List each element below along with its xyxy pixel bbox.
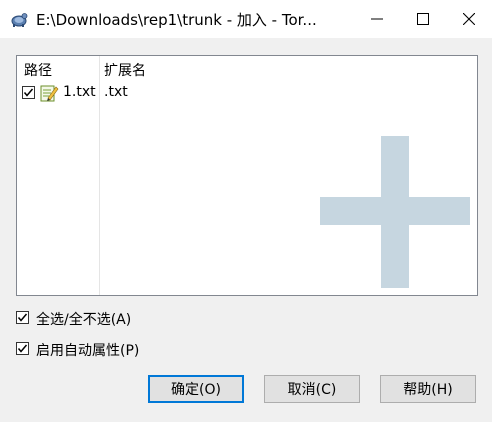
- window-title: E:\Downloads\rep1\trunk - 加入 - Tor...: [36, 11, 317, 29]
- plus-add-icon-bar: [320, 197, 470, 225]
- file-list[interactable]: 路径 扩展名 1.txt .txt: [16, 55, 478, 296]
- file-name: 1.txt: [63, 84, 96, 100]
- auto-props-check[interactable]: [16, 342, 29, 355]
- help-button[interactable]: 帮助(H): [380, 375, 476, 403]
- column-header-extension[interactable]: 扩展名: [104, 60, 146, 80]
- minimize-icon: [371, 18, 383, 20]
- row-checkbox[interactable]: [22, 86, 35, 99]
- checkmark-icon: [17, 344, 28, 353]
- select-all-label: 全选/全不选(A): [36, 312, 132, 328]
- checkmark-icon: [23, 88, 34, 97]
- maximize-button[interactable]: [400, 0, 446, 38]
- text-file-icon: [40, 85, 59, 102]
- title-bar[interactable]: E:\Downloads\rep1\trunk - 加入 - Tor...: [0, 0, 492, 38]
- add-dialog-window: E:\Downloads\rep1\trunk - 加入 - Tor... 路径…: [0, 0, 492, 422]
- auto-props-label: 启用自动属性(P): [36, 343, 140, 359]
- select-all-check[interactable]: [16, 311, 29, 324]
- file-extension: .txt: [104, 84, 128, 100]
- checkmark-icon: [17, 313, 28, 322]
- ok-button[interactable]: 确定(O): [148, 375, 244, 403]
- cancel-button[interactable]: 取消(C): [264, 375, 360, 403]
- maximize-icon: [417, 13, 429, 25]
- close-button[interactable]: [446, 0, 492, 38]
- close-icon: [463, 13, 475, 25]
- list-item[interactable]: 1.txt .txt: [17, 82, 477, 104]
- minimize-button[interactable]: [354, 0, 400, 38]
- column-header-path[interactable]: 路径: [24, 60, 52, 80]
- tortoise-icon: [11, 13, 28, 27]
